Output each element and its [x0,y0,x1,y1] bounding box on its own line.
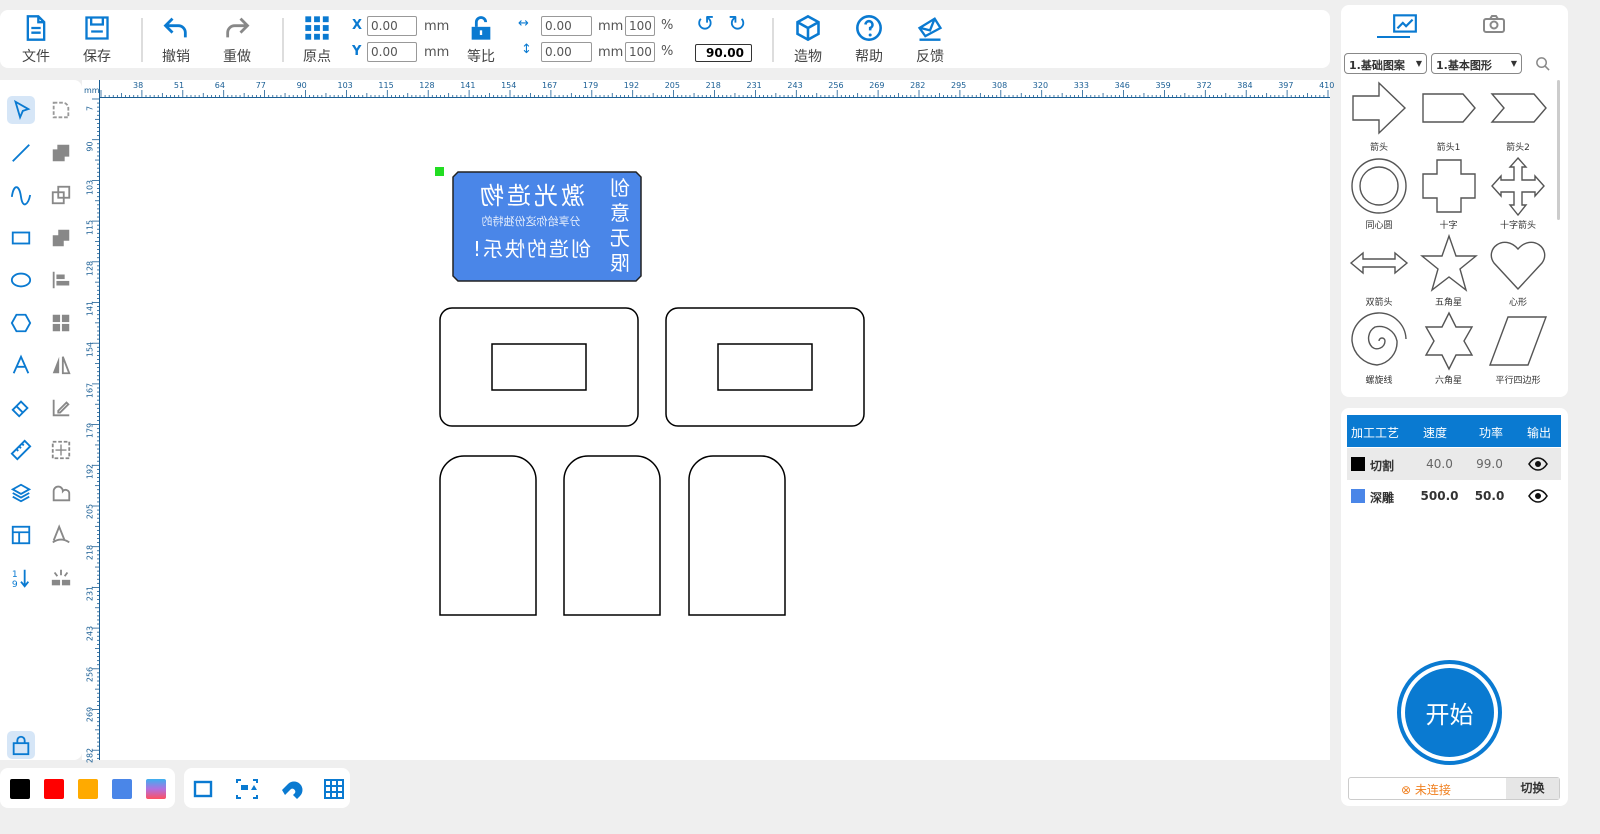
shape-label: 螺旋线 [1365,375,1393,386]
shape-preview-icon [1349,251,1409,275]
eye-icon[interactable] [1528,456,1548,472]
image-tab-icon[interactable] [1392,13,1418,35]
disconnected-status: ⊗ 未连接 [1401,781,1451,798]
grid-icon[interactable] [322,777,346,801]
arch-shape[interactable] [688,455,786,616]
shape-item[interactable]: 六角星 [1417,310,1481,386]
plate-title: 激光造物 [477,182,585,210]
frame-shape[interactable] [439,307,639,427]
shape-label: 同心圆 [1365,220,1393,231]
magnet-icon[interactable] [279,777,303,801]
color-gradient[interactable] [146,779,166,799]
layer-speed[interactable]: 40.0 [1417,457,1462,471]
col-process: 加工工艺 [1351,426,1400,440]
shape-preview-icon [1424,310,1473,371]
arch-shape[interactable] [563,455,661,616]
shape-label: 箭头2 [1506,143,1530,153]
color-orange[interactable] [78,779,98,799]
eye-icon[interactable] [1528,488,1548,504]
shape-preview-icon [1351,157,1407,214]
category-dropdown[interactable]: 1.基础图案 ▼ [1344,53,1427,74]
inner-rect[interactable] [491,343,587,391]
layer-color-swatch[interactable] [1351,457,1365,471]
shape-item[interactable]: 箭头2 [1486,78,1550,153]
dropdown-arrow-icon: ▼ [1415,59,1422,68]
shape-item[interactable]: 箭头1 [1417,78,1481,153]
shape-preview-icon [1351,311,1407,366]
shape-preview-icon [1490,93,1547,123]
layer-name: 切割 [1370,459,1395,473]
shape-preview-icon [1490,241,1546,291]
selection-handle[interactable] [435,167,444,176]
shape-label: 心形 [1508,298,1527,308]
shape-label: 六角星 [1434,375,1462,386]
shape-label: 十字箭头 [1499,220,1536,231]
shape-preview-icon [1488,315,1548,366]
layer-row[interactable]: 深雕 500.0 50.0 [1347,480,1561,512]
shape-label: 十字 [1439,220,1458,231]
plate-subtitle: 分享给你这份独特的 [481,215,581,228]
category-value: 1.基础图案 [1349,59,1405,72]
status-label: 未连接 [1414,783,1451,797]
col-power: 功率 [1479,426,1504,440]
layer-speed[interactable]: 500.0 [1417,489,1462,503]
shape-item[interactable]: 十字 [1417,156,1481,231]
shape-label: 双箭头 [1365,298,1393,308]
error-circle-icon: ⊗ [1401,783,1415,797]
shape-preview-icon [1419,233,1478,292]
shape-item[interactable]: 同心圆 [1347,156,1411,231]
layer-table-header: 加工工艺 速度 功率 输出 [1347,415,1561,447]
subcategory-value: 1.基本图形 [1436,59,1492,72]
plate-side-text: 创意无限 [610,176,630,275]
shape-item[interactable]: 心形 [1486,233,1550,308]
layer-row[interactable]: 切割 40.0 99.0 [1347,448,1561,480]
shape-preview-icon [1491,156,1545,216]
scrollbar[interactable] [1557,80,1560,220]
fit-frame-icon[interactable] [191,777,215,801]
arch-shape[interactable] [439,455,537,616]
plate-text: 激光造物 分享给你这份独特的 创造的快乐! [458,176,604,262]
color-red[interactable] [44,779,64,799]
subcategory-dropdown[interactable]: 1.基本图形 ▼ [1431,53,1522,74]
camera-tab-icon[interactable] [1482,13,1506,35]
shape-item[interactable]: 箭头 [1347,78,1411,153]
layer-power[interactable]: 50.0 [1467,489,1512,503]
start-button[interactable]: 开始 [1397,660,1502,765]
layer-name: 深雕 [1370,491,1395,505]
shape-item[interactable]: 五角星 [1417,233,1481,308]
inner-rect[interactable] [717,343,813,391]
plate-line3: 创造的快乐! [470,237,592,261]
shape-item[interactable]: 平行四边形 [1486,311,1550,386]
shape-label: 箭头1 [1436,143,1461,153]
shape-label: 箭头 [1369,143,1388,153]
search-icon[interactable] [1535,56,1550,71]
shape-preview-icon [1352,81,1407,135]
shape-item[interactable]: 十字箭头 [1486,156,1550,231]
layer-color-swatch[interactable] [1351,489,1365,503]
shape-item[interactable]: 双箭头 [1347,233,1411,308]
color-black[interactable] [10,779,30,799]
shape-item[interactable]: 螺旋线 [1347,311,1411,386]
dropdown-arrow-icon: ▼ [1510,59,1517,68]
switch-button[interactable]: 切换 [1506,778,1559,799]
frame-shape[interactable] [665,307,865,427]
layer-power[interactable]: 99.0 [1467,457,1512,471]
design-shapes [435,167,865,616]
fit-selection-icon[interactable] [235,777,259,801]
shape-preview-icon [1421,158,1476,213]
shape-label: 平行四边形 [1495,375,1541,386]
shape-label: 五角星 [1434,298,1462,308]
start-label: 开始 [1405,668,1494,757]
col-output: 输出 [1527,426,1552,440]
shape-preview-icon [1421,93,1476,123]
active-tab-indicator [1377,36,1410,38]
color-blue[interactable] [112,779,132,799]
col-speed: 速度 [1423,426,1448,440]
